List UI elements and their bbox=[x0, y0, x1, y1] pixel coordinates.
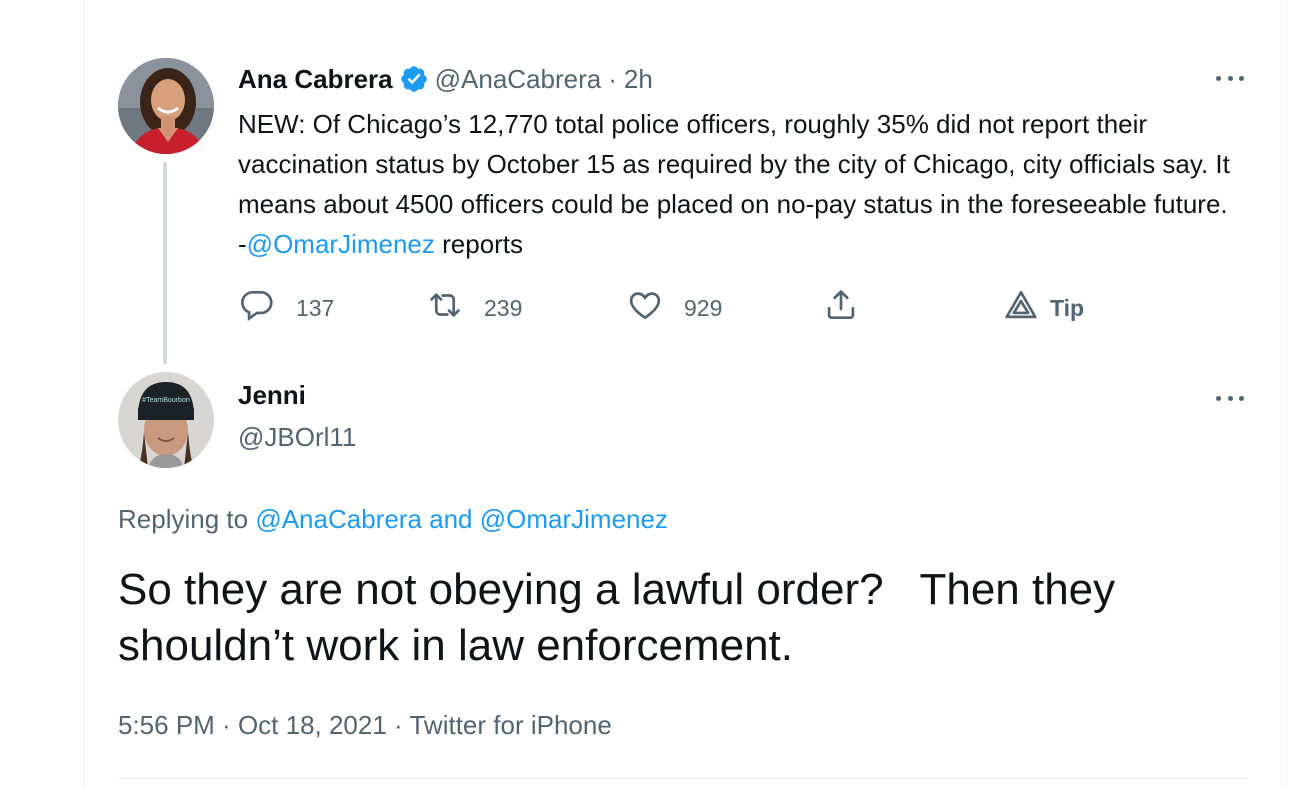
parent-tweet-header: Ana Cabrera @AnaCabrera · 2h bbox=[238, 60, 653, 98]
like-count: 929 bbox=[684, 294, 723, 321]
avatar-jenni[interactable]: #TeamBourbon bbox=[118, 372, 214, 468]
tweet-action-bar: 137 239 929 Tip bbox=[238, 286, 1138, 330]
reply-display-name[interactable]: Jenni bbox=[238, 380, 306, 411]
meta-separator: · bbox=[386, 710, 410, 740]
parent-tweet-text: NEW: Of Chicago’s 12,770 total police of… bbox=[238, 104, 1238, 264]
header-separator: · bbox=[608, 63, 617, 94]
meta-separator: · bbox=[214, 710, 238, 740]
tip-icon bbox=[1002, 286, 1040, 330]
replying-mention-ana[interactable]: @AnaCabrera bbox=[255, 504, 422, 534]
parent-handle[interactable]: @AnaCabrera bbox=[435, 64, 602, 95]
tip-label: Tip bbox=[1050, 294, 1085, 321]
like-button[interactable]: 929 bbox=[626, 286, 722, 330]
svg-text:#TeamBourbon: #TeamBourbon bbox=[142, 397, 190, 404]
more-options-icon[interactable] bbox=[1213, 70, 1247, 86]
verified-badge-icon bbox=[399, 64, 429, 94]
replying-to-line: Replying to @AnaCabrera and @OmarJimenez bbox=[118, 504, 668, 535]
retweet-icon bbox=[426, 286, 464, 330]
reply-count: 137 bbox=[296, 294, 335, 321]
avatar-ana-cabrera[interactable] bbox=[118, 58, 214, 154]
tip-button[interactable]: Tip bbox=[1002, 286, 1084, 330]
heart-icon bbox=[626, 286, 664, 330]
tweet-source[interactable]: Twitter for iPhone bbox=[409, 710, 611, 740]
tweet-metadata: 5:56 PM · Oct 18, 2021 · Twitter for iPh… bbox=[118, 710, 612, 741]
more-options-icon[interactable] bbox=[1213, 390, 1247, 406]
divider bbox=[118, 778, 1248, 779]
reply-icon bbox=[238, 286, 276, 330]
mention-link[interactable]: @OmarJimenez bbox=[247, 229, 435, 259]
reply-handle[interactable]: @JBOrl11 bbox=[238, 422, 356, 453]
tweet-date[interactable]: Oct 18, 2021 bbox=[238, 710, 387, 740]
reply-button[interactable]: 137 bbox=[238, 286, 334, 330]
replying-joiner: and bbox=[421, 504, 480, 534]
parent-timestamp[interactable]: 2h bbox=[624, 64, 653, 95]
replying-to-prefix: Replying to bbox=[118, 504, 256, 534]
tweet-time[interactable]: 5:56 PM bbox=[118, 710, 215, 740]
share-button[interactable] bbox=[822, 286, 860, 330]
retweet-button[interactable]: 239 bbox=[426, 286, 522, 330]
reply-tweet-text: So they are not obeying a lawful order? … bbox=[118, 565, 1128, 670]
retweet-count: 239 bbox=[484, 294, 523, 321]
parent-text-tail: reports bbox=[434, 229, 524, 259]
share-icon bbox=[822, 286, 860, 330]
thread-connector-line bbox=[163, 162, 167, 364]
replying-mention-omar[interactable]: @OmarJimenez bbox=[480, 504, 668, 534]
parent-display-name[interactable]: Ana Cabrera bbox=[238, 64, 393, 95]
